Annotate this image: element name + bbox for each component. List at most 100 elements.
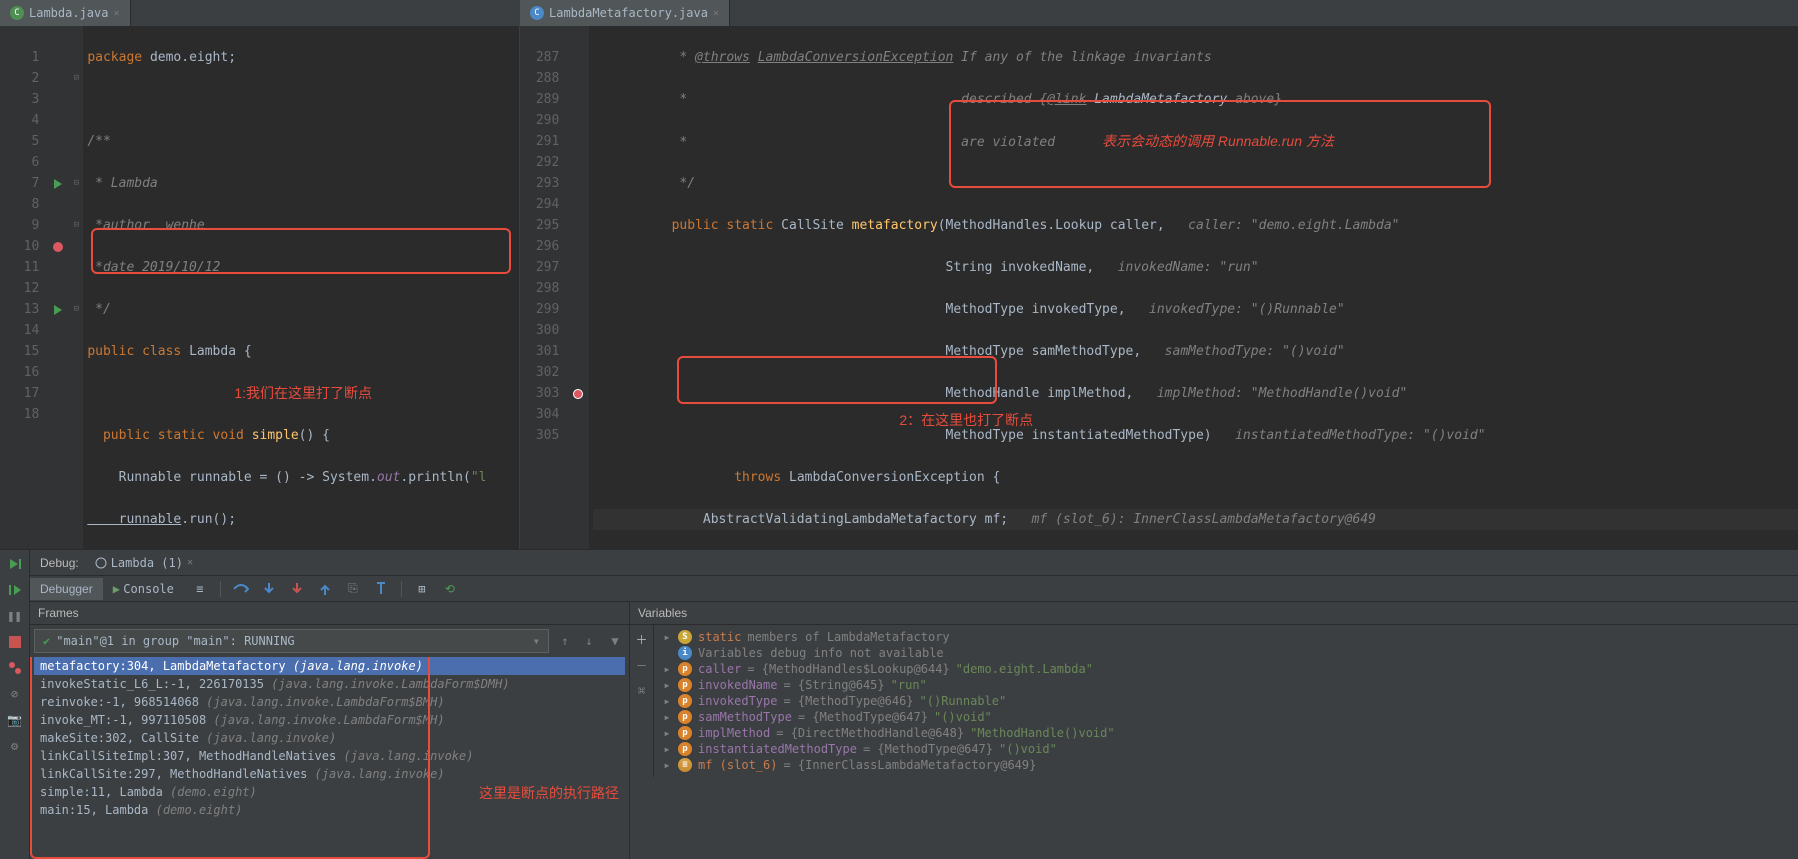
breakpoint-icon[interactable] xyxy=(47,236,69,257)
variables-panel: Variables ＋ － ⌘ ▸Sstatic members of Lamb… xyxy=(630,602,1798,859)
variable-row[interactable]: ▸pimplMethod = {DirectMethodHandle@648} … xyxy=(658,725,1794,741)
filter-icon[interactable]: ▼ xyxy=(607,633,623,649)
expand-icon[interactable]: ▸ xyxy=(662,710,672,724)
rerun-icon[interactable] xyxy=(7,556,23,572)
frame-row[interactable]: metafactory:304, LambdaMetafactory (java… xyxy=(34,657,625,675)
close-icon[interactable]: ✕ xyxy=(713,8,719,19)
class-icon: C xyxy=(530,6,544,20)
close-icon[interactable]: ✕ xyxy=(187,557,193,568)
tab-console[interactable]: ▶ Console xyxy=(103,578,184,600)
evaluate-icon[interactable]: ⊞ xyxy=(414,581,430,597)
variable-row[interactable]: iVariables debug info not available xyxy=(658,645,1794,661)
expand-icon[interactable]: ▸ xyxy=(662,678,672,692)
annotation-frames: 这里是断点的执行路径 xyxy=(479,783,619,803)
debug-main: Debug: Lambda (1) ✕ Debugger ▶ Console ≡… xyxy=(30,550,1798,859)
bug-icon xyxy=(95,557,107,569)
remove-watch-icon[interactable]: － xyxy=(634,657,650,673)
chevron-down-icon: ▾ xyxy=(533,634,540,648)
prev-frame-icon[interactable]: ↑ xyxy=(557,633,573,649)
frame-row[interactable]: reinvoke:-1, 968514068 (java.lang.invoke… xyxy=(34,693,625,711)
variables-title: Variables xyxy=(630,602,1798,624)
frame-row[interactable]: makeSite:302, CallSite (java.lang.invoke… xyxy=(34,729,625,747)
expand-icon[interactable]: ▸ xyxy=(662,694,672,708)
frame-row[interactable]: invoke_MT:-1, 997110508 (java.lang.invok… xyxy=(34,711,625,729)
right-editor: 2872882892902912922932942952962972982993… xyxy=(520,26,1798,549)
breakpoints-icon[interactable] xyxy=(7,660,23,676)
trace-icon[interactable]: ⟲ xyxy=(442,581,458,597)
debug-toolbar: ≡ ⎘ ⊞ ⟲ xyxy=(184,581,466,597)
vars-list[interactable]: ▸Sstatic members of LambdaMetafactoryiVa… xyxy=(654,625,1798,777)
step-into-icon[interactable] xyxy=(261,581,277,597)
expand-icon[interactable]: ▸ xyxy=(662,662,672,676)
debug-title: Debug: xyxy=(30,552,89,574)
annotation-bottom: 2：在这里也打了断点 xyxy=(899,410,1033,431)
step-over-icon[interactable] xyxy=(233,581,249,597)
expand-icon[interactable]: ▸ xyxy=(662,758,672,772)
force-step-into-icon[interactable] xyxy=(289,581,305,597)
tab-label: Lambda.java xyxy=(29,6,108,20)
debug-session[interactable]: Lambda (1) ✕ xyxy=(89,554,199,572)
badge-icon: p xyxy=(678,678,692,692)
editors-split: 123456789101112131415161718 ⊟⊟⊟⊟ package… xyxy=(0,26,1798,549)
run-icon[interactable] xyxy=(47,299,69,320)
annotation-top: 表示会动态的调用 Runnable.run 方法 xyxy=(1102,133,1334,149)
badge-icon: p xyxy=(678,710,692,724)
run-to-cursor-icon[interactable] xyxy=(373,581,389,597)
debug-header: Debug: Lambda (1) ✕ xyxy=(30,550,1798,576)
variable-row[interactable]: ▸pinvokedType = {MethodType@646} "()Runn… xyxy=(658,693,1794,709)
debug-tabs: Debugger ▶ Console ≡ ⎘ ⊞ ⟲ xyxy=(30,576,1798,602)
code-area[interactable]: * @throws LambdaConversionException If a… xyxy=(589,26,1798,549)
camera-icon[interactable]: 📷 xyxy=(7,712,23,728)
badge-icon: p xyxy=(678,662,692,676)
frames-panel: Frames ✔ "main"@1 in group "main": RUNNI… xyxy=(30,602,630,859)
badge-icon: p xyxy=(678,742,692,756)
add-watch-icon[interactable]: ＋ xyxy=(634,631,650,647)
mute-bp-icon[interactable]: ⊘ xyxy=(7,686,23,702)
variable-row[interactable]: ▸pinvokedName = {String@645} "run" xyxy=(658,677,1794,693)
frame-row[interactable]: main:15, Lambda (demo.eight) xyxy=(34,801,625,819)
expand-icon[interactable]: ▸ xyxy=(662,630,672,644)
tab-debugger[interactable]: Debugger xyxy=(30,578,103,600)
settings-icon[interactable]: ⚙ xyxy=(7,738,23,754)
variable-row[interactable]: ▸Sstatic members of LambdaMetafactory xyxy=(658,629,1794,645)
show-exec-icon[interactable]: ≡ xyxy=(192,581,208,597)
breakpoint-icon[interactable] xyxy=(567,383,589,404)
gutter-icons xyxy=(47,26,69,549)
variable-row[interactable]: ▸pcaller = {MethodHandles$Lookup@644} "d… xyxy=(658,661,1794,677)
thread-selector[interactable]: ✔ "main"@1 in group "main": RUNNING ▾ xyxy=(34,629,549,653)
badge-icon: ≡ xyxy=(678,758,692,772)
badge-icon: i xyxy=(678,646,692,660)
close-icon[interactable]: ✕ xyxy=(113,8,119,19)
pause-icon[interactable]: ❚❚ xyxy=(7,608,23,624)
badge-icon: S xyxy=(678,630,692,644)
frame-list[interactable]: 这里是断点的执行路径 metafactory:304, LambdaMetafa… xyxy=(30,657,629,859)
debug-panel: ❚❚ ⊘ 📷 ⚙ Debug: Lambda (1) ✕ Debugger ▶ … xyxy=(0,549,1798,859)
resume-icon[interactable] xyxy=(7,582,23,598)
left-editor: 123456789101112131415161718 ⊟⊟⊟⊟ package… xyxy=(0,26,520,549)
variable-row[interactable]: ▸psamMethodType = {MethodType@647} "()vo… xyxy=(658,709,1794,725)
fold-column: ⊟⊟⊟⊟ xyxy=(69,26,83,549)
tab-label: LambdaMetafactory.java xyxy=(549,6,708,20)
stop-icon[interactable] xyxy=(7,634,23,650)
next-frame-icon[interactable]: ↓ xyxy=(581,633,597,649)
expand-icon[interactable]: ▸ xyxy=(662,726,672,740)
expand-icon[interactable]: ▸ xyxy=(662,742,672,756)
drop-frame-icon[interactable]: ⎘ xyxy=(345,581,361,597)
badge-icon: p xyxy=(678,726,692,740)
tab-metafactory[interactable]: C LambdaMetafactory.java ✕ xyxy=(520,0,730,26)
code-area[interactable]: package demo.eight; /** * Lambda *author… xyxy=(83,26,519,549)
link-icon[interactable]: ⌘ xyxy=(634,683,650,699)
frame-row[interactable]: linkCallSiteImpl:307, MethodHandleNative… xyxy=(34,747,625,765)
gutter-icons xyxy=(567,26,589,549)
variable-row[interactable]: ▸≡mf (slot_6) = {InnerClassLambdaMetafac… xyxy=(658,757,1794,773)
editor-tabs: C Lambda.java ✕ C LambdaMetafactory.java… xyxy=(0,0,1798,26)
annotation-1: 1:我们在这里打了断点 xyxy=(87,383,519,404)
run-icon[interactable] xyxy=(47,173,69,194)
variable-row[interactable]: ▸pinstantiatedMethodType = {MethodType@6… xyxy=(658,741,1794,757)
step-out-icon[interactable] xyxy=(317,581,333,597)
tab-lambda[interactable]: C Lambda.java ✕ xyxy=(0,0,131,26)
frame-row[interactable]: invokeStatic_L6_L:-1, 226170135 (java.la… xyxy=(34,675,625,693)
frame-row[interactable]: linkCallSite:297, MethodHandleNatives (j… xyxy=(34,765,625,783)
debug-sidebar: ❚❚ ⊘ 📷 ⚙ xyxy=(0,550,30,859)
frames-title: Frames xyxy=(30,602,629,625)
